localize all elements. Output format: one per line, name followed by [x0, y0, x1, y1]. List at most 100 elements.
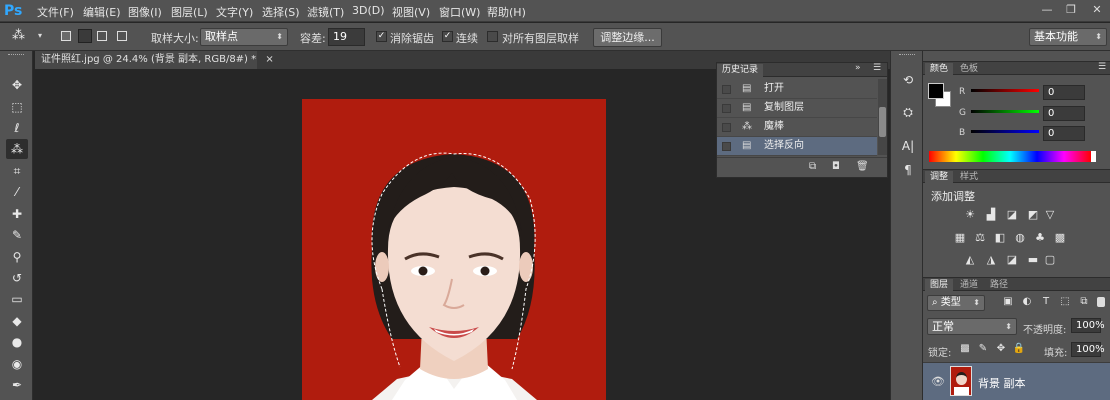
color-ramp[interactable]	[929, 151, 1091, 162]
clone-stamp-tool-icon[interactable]: ⚲	[6, 247, 28, 267]
new-selection-icon[interactable]	[61, 31, 71, 41]
tab-history[interactable]: 历史记录	[717, 64, 764, 77]
menu-image[interactable]: 图像(I)	[128, 4, 162, 20]
tab-color[interactable]: 颜色	[925, 63, 954, 76]
menu-type[interactable]: 文字(Y)	[216, 4, 253, 20]
panel-menu-icon[interactable]: ☰	[1098, 62, 1106, 72]
camera-snapshot-icon[interactable]: ◘	[832, 161, 840, 172]
color-lookup-icon[interactable]: ▩	[1053, 231, 1067, 245]
history-snapshot-source[interactable]	[722, 104, 731, 113]
history-snapshot-source[interactable]	[722, 85, 731, 94]
blue-value-input[interactable]: 0	[1043, 126, 1085, 141]
eyedropper-tool-icon[interactable]: ⁄	[6, 182, 28, 202]
tab-paths[interactable]: 路径	[985, 279, 1013, 292]
paint-bucket-tool-icon[interactable]: ◆	[6, 311, 28, 331]
healing-brush-tool-icon[interactable]: ✚	[6, 204, 28, 224]
color-balance-icon[interactable]: ⚖	[973, 231, 987, 245]
blur-tool-icon[interactable]: ●	[6, 332, 28, 352]
tab-adjustments[interactable]: 调整	[925, 171, 954, 184]
foreground-color-swatch-front[interactable]	[928, 83, 944, 99]
black-white-icon[interactable]: ◧	[993, 231, 1007, 245]
history-item-selected[interactable]: ▤ 选择反向	[717, 137, 877, 156]
history-item[interactable]: ▤ 打开	[717, 80, 877, 99]
filter-smart-object-icon[interactable]: ⧉	[1077, 295, 1091, 309]
scrollbar-thumb[interactable]	[879, 107, 886, 137]
red-value-input[interactable]: 0	[1043, 85, 1085, 100]
tab-swatches[interactable]: 色板	[955, 63, 983, 76]
channel-mixer-icon[interactable]: ♣	[1033, 231, 1047, 245]
menu-help[interactable]: 帮助(H)	[487, 4, 526, 20]
close-tab-icon[interactable]: ×	[265, 54, 273, 65]
contiguous-checkbox[interactable]: ✓	[442, 31, 453, 42]
exposure-icon[interactable]: ◩	[1026, 208, 1040, 222]
move-tool-icon[interactable]: ✥	[6, 75, 28, 95]
filter-toggle[interactable]	[1097, 297, 1105, 307]
brightness-contrast-icon[interactable]: ☀	[963, 208, 977, 222]
color-ramp-white[interactable]	[1091, 151, 1096, 162]
threshold-icon[interactable]: ◪	[1005, 253, 1019, 267]
properties-panel-icon[interactable]: ⛭	[898, 103, 918, 121]
history-snapshot-source[interactable]	[722, 123, 731, 132]
lock-all-icon[interactable]: 🔒	[1012, 342, 1026, 356]
tab-layers[interactable]: 图层	[925, 279, 954, 292]
menu-filter[interactable]: 滤镜(T)	[307, 4, 344, 20]
refine-edge-button[interactable]: 调整边缘...	[593, 28, 662, 47]
filter-adjustment-icon[interactable]: ◐	[1020, 295, 1034, 309]
character-panel-icon[interactable]: A|	[898, 137, 918, 155]
levels-icon[interactable]: ▟	[984, 208, 998, 222]
lock-position-icon[interactable]: ✥	[994, 342, 1008, 356]
history-snapshot-source[interactable]	[722, 142, 731, 151]
toolbox-grip[interactable]	[8, 54, 24, 57]
menu-window[interactable]: 窗口(W)	[439, 4, 480, 20]
gradient-map-icon[interactable]: ▬	[1026, 253, 1040, 267]
history-item[interactable]: ▤ 复制图层	[717, 99, 877, 118]
blend-mode-dropdown[interactable]: 正常 ⬍	[927, 318, 1017, 335]
menu-file[interactable]: 文件(F)	[37, 4, 74, 20]
antialias-checkbox[interactable]: ✓	[376, 31, 387, 42]
hue-saturation-icon[interactable]: ▦	[953, 231, 967, 245]
menu-view[interactable]: 视图(V)	[392, 4, 430, 20]
close-window-button[interactable]: ✕	[1086, 2, 1108, 18]
blue-slider[interactable]	[971, 130, 1039, 133]
subtract-selection-icon[interactable]	[97, 31, 107, 41]
posterize-icon[interactable]: ◮	[984, 253, 998, 267]
sample-size-dropdown[interactable]: 取样点 ⬍	[200, 28, 288, 46]
lasso-tool-icon[interactable]: ℓ	[6, 118, 28, 138]
lock-image-icon[interactable]: ✎	[976, 342, 990, 356]
menu-layer[interactable]: 图层(L)	[171, 4, 208, 20]
pen-tool-icon[interactable]: ✒	[6, 375, 28, 395]
magic-wand-preset-icon[interactable]: ⁂	[12, 28, 25, 43]
history-item[interactable]: ⁂ 魔棒	[717, 118, 877, 137]
history-brush-tool-icon[interactable]: ↺	[6, 268, 28, 288]
magic-wand-tool-icon[interactable]: ⁂	[6, 139, 28, 159]
new-document-from-state-icon[interactable]: ⧉	[809, 161, 816, 172]
curves-icon[interactable]: ◪	[1005, 208, 1019, 222]
intersect-selection-icon[interactable]	[117, 31, 127, 41]
history-scrollbar[interactable]	[878, 79, 887, 155]
vibrance-icon[interactable]: ▽	[1043, 208, 1057, 222]
restore-button[interactable]: ❐	[1060, 2, 1082, 18]
fill-input[interactable]: 100%	[1071, 342, 1105, 357]
filter-type-icon[interactable]: T	[1039, 295, 1053, 309]
paragraph-panel-icon[interactable]: ¶	[898, 161, 918, 179]
photo-filter-icon[interactable]: ◍	[1013, 231, 1027, 245]
trash-icon[interactable]: 🗑	[856, 161, 869, 172]
crop-tool-icon[interactable]: ⌗	[6, 161, 28, 181]
marquee-tool-icon[interactable]: ⬚	[6, 97, 28, 117]
eye-visibility-icon[interactable]: 👁	[931, 375, 945, 388]
lock-transparent-icon[interactable]: ▩	[958, 342, 972, 356]
filter-shape-icon[interactable]: ⬚	[1058, 295, 1072, 309]
layer-name[interactable]: 背景 副本	[978, 375, 1026, 391]
tolerance-input[interactable]: 19	[328, 28, 365, 46]
strip-grip[interactable]	[899, 54, 915, 57]
menu-edit[interactable]: 编辑(E)	[83, 4, 121, 20]
minimize-button[interactable]: —	[1036, 2, 1058, 18]
tab-styles[interactable]: 样式	[955, 171, 983, 184]
all-layers-checkbox[interactable]	[487, 31, 498, 42]
green-value-input[interactable]: 0	[1043, 106, 1085, 121]
selective-color-icon[interactable]: ▢	[1043, 253, 1057, 267]
document-photo[interactable]	[302, 99, 606, 400]
layer-row-selected[interactable]: 👁 背景 副本	[923, 362, 1110, 400]
invert-icon[interactable]: ◭	[963, 253, 977, 267]
filter-pixel-icon[interactable]: ▣	[1001, 295, 1015, 309]
